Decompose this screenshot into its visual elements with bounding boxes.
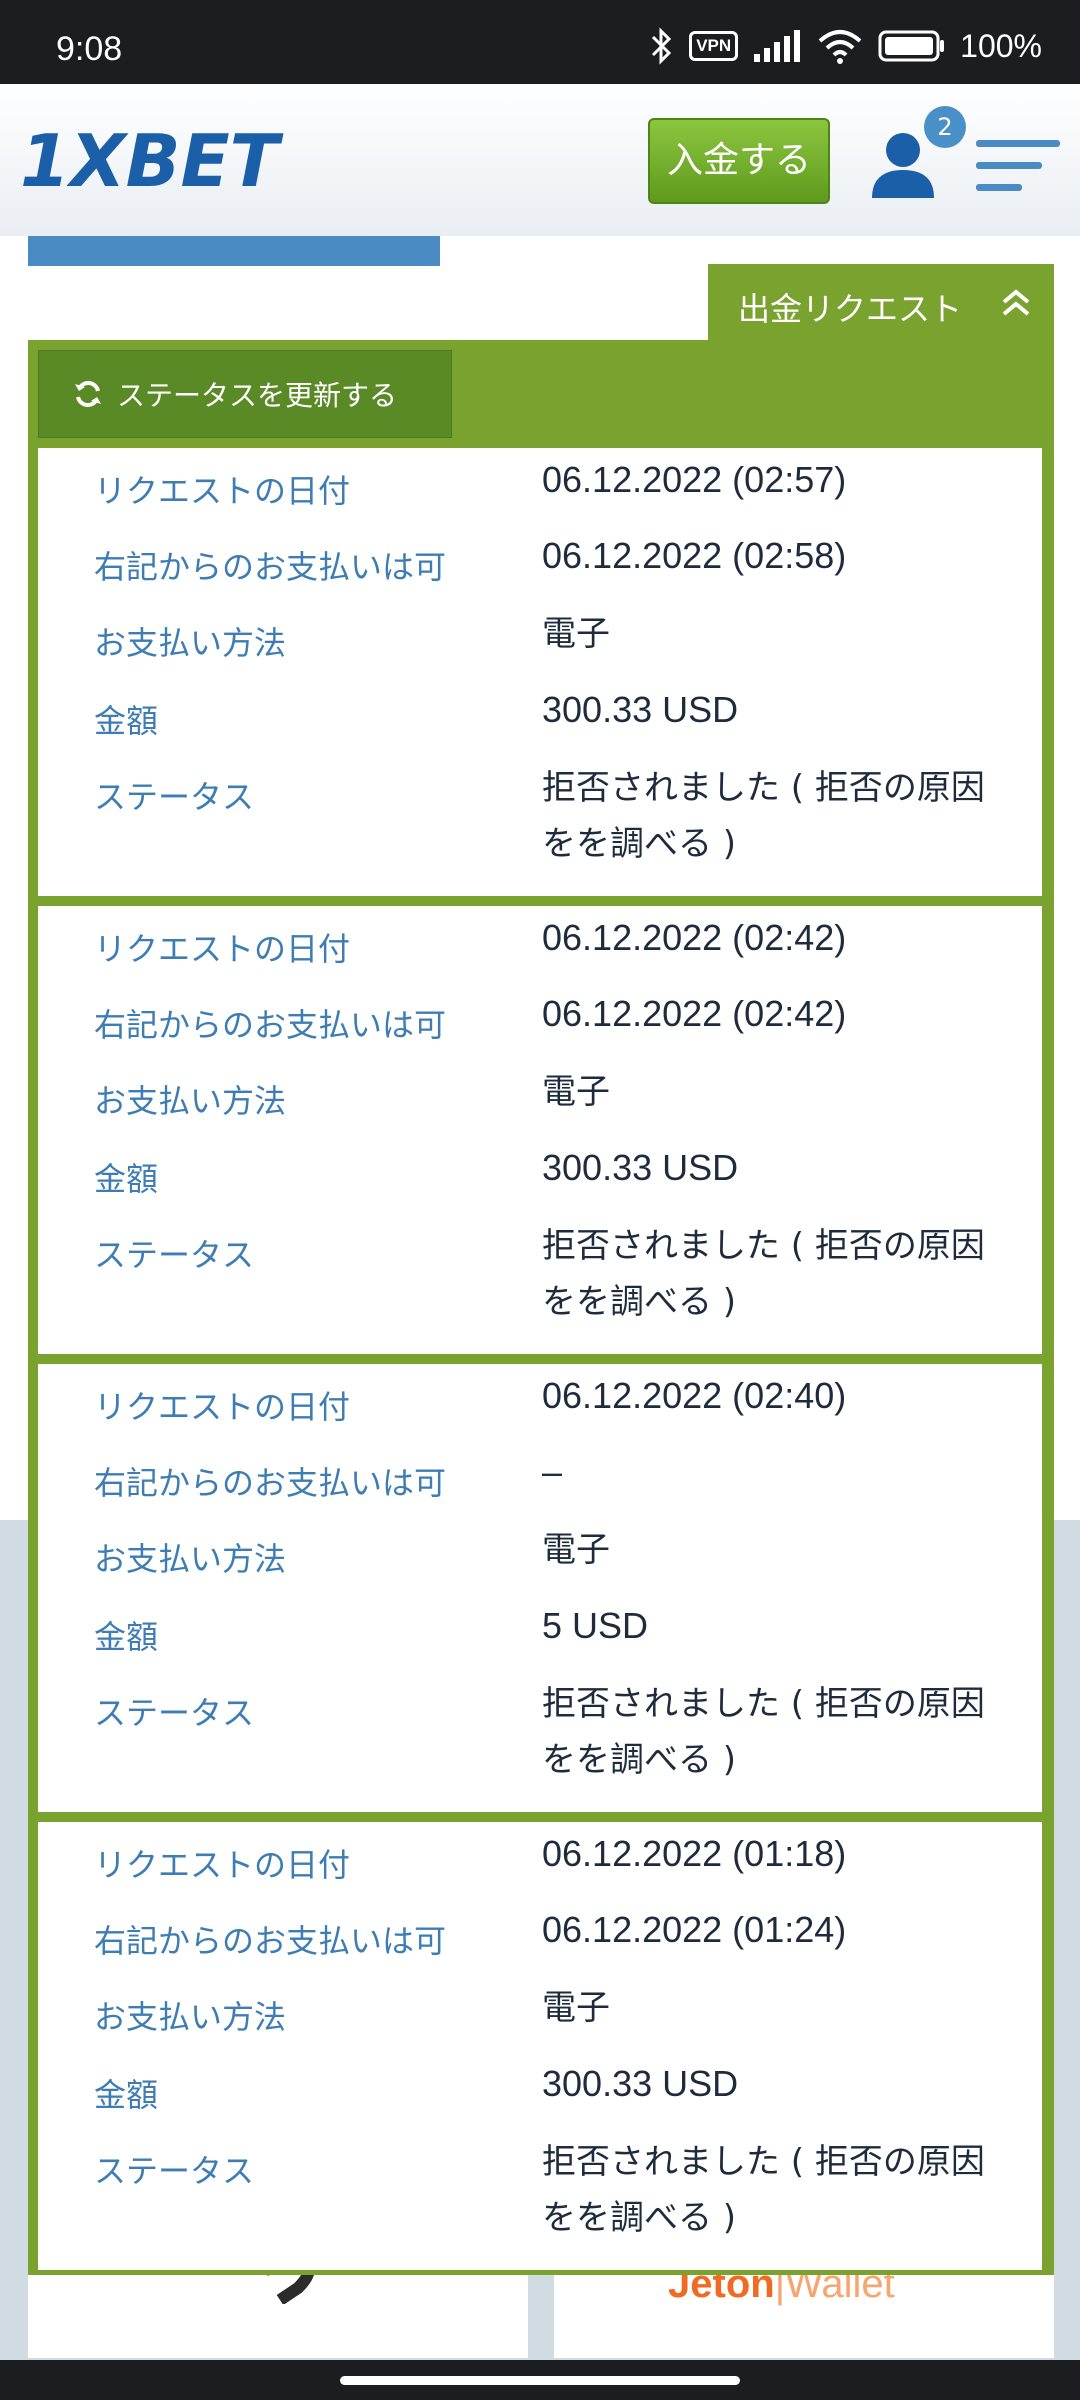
label-payable-from: 右記からのお支払いは可 bbox=[94, 1922, 447, 1960]
label-payment-method: お支払い方法 bbox=[94, 1998, 287, 2036]
status-time: 9:08 bbox=[56, 30, 123, 68]
label-request-date: リクエストの日付 bbox=[94, 472, 351, 510]
label-amount: 金額 bbox=[94, 702, 159, 740]
bluetooth-icon bbox=[652, 27, 672, 65]
label-amount: 金額 bbox=[94, 1160, 159, 1198]
value-request-date: 06.12.2022 (02:40) bbox=[542, 1375, 847, 1416]
request-card: リクエストの日付 06.12.2022 (01:18) 右記からのお支払いは可 … bbox=[38, 1822, 1042, 2270]
withdraw-tab-label: 出金リクエスト bbox=[738, 290, 963, 328]
value-amount: 300.33 USD bbox=[542, 689, 739, 730]
label-amount: 金額 bbox=[94, 2076, 159, 2114]
label-payment-method: お支払い方法 bbox=[94, 1540, 287, 1578]
vpn-icon: VPN bbox=[689, 31, 739, 61]
menu-icon[interactable] bbox=[976, 136, 1060, 196]
notification-badge: 2 bbox=[924, 106, 966, 148]
deposit-button[interactable]: 入金する bbox=[648, 118, 830, 204]
value-request-date: 06.12.2022 (02:57) bbox=[542, 459, 847, 500]
label-payable-from: 右記からのお支払いは可 bbox=[94, 548, 447, 586]
value-amount: 300.33 USD bbox=[542, 1147, 739, 1188]
battery-percent: 100% bbox=[960, 27, 1042, 64]
value-payment-method: 電子 bbox=[542, 1988, 610, 2028]
value-payment-method: 電子 bbox=[542, 1072, 610, 1112]
refresh-icon bbox=[75, 380, 101, 408]
label-request-date: リクエストの日付 bbox=[94, 1388, 351, 1426]
value-payable-from: 06.12.2022 (02:42) bbox=[542, 993, 847, 1034]
svg-text:1XBET: 1XBET bbox=[20, 122, 284, 194]
withdraw-requests-panel: ステータスを更新する リクエストの日付 06.12.2022 (02:57) 右… bbox=[28, 340, 1054, 2275]
partner-tab-cut bbox=[28, 236, 440, 266]
label-status: ステータス bbox=[94, 1694, 255, 1732]
label-request-date: リクエストの日付 bbox=[94, 1846, 351, 1884]
value-amount: 5 USD bbox=[542, 1605, 649, 1646]
wifi-icon bbox=[818, 30, 862, 64]
label-amount: 金額 bbox=[94, 1618, 159, 1656]
value-payable-from: 06.12.2022 (02:58) bbox=[542, 535, 847, 576]
value-status[interactable]: 拒否されました ( 拒否の原因をを調べる ) bbox=[542, 1676, 1002, 1788]
value-payable-from: – bbox=[542, 1451, 563, 1492]
system-nav-bar bbox=[0, 2360, 1080, 2400]
value-request-date: 06.12.2022 (01:18) bbox=[542, 1833, 847, 1874]
label-status: ステータス bbox=[94, 778, 255, 816]
chevron-up-icon bbox=[1002, 289, 1030, 316]
label-payment-method: お支払い方法 bbox=[94, 1082, 287, 1120]
value-amount: 300.33 USD bbox=[542, 2063, 739, 2104]
withdraw-requests-tab[interactable]: 出金リクエスト bbox=[708, 264, 1054, 344]
value-payable-from: 06.12.2022 (01:24) bbox=[542, 1909, 847, 1950]
home-indicator[interactable] bbox=[340, 2376, 740, 2385]
value-status[interactable]: 拒否されました ( 拒否の原因をを調べる ) bbox=[542, 2134, 1002, 2246]
value-payment-method: 電子 bbox=[542, 614, 610, 654]
value-status[interactable]: 拒否されました ( 拒否の原因をを調べる ) bbox=[542, 1218, 1002, 1330]
label-request-date: リクエストの日付 bbox=[94, 930, 351, 968]
label-payable-from: 右記からのお支払いは可 bbox=[94, 1464, 447, 1502]
label-payment-method: お支払い方法 bbox=[94, 624, 287, 662]
request-card: リクエストの日付 06.12.2022 (02:42) 右記からのお支払いは可 … bbox=[38, 906, 1042, 1354]
label-status: ステータス bbox=[94, 1236, 255, 1274]
signal-icon bbox=[754, 30, 801, 62]
app-header: 1XBET 入金する 2 bbox=[0, 84, 1080, 236]
value-payment-method: 電子 bbox=[542, 1530, 610, 1570]
battery-icon bbox=[878, 30, 945, 62]
label-payable-from: 右記からのお支払いは可 bbox=[94, 1006, 447, 1044]
brand-logo[interactable]: 1XBET bbox=[20, 122, 310, 194]
label-status: ステータス bbox=[94, 2152, 255, 2190]
request-card: リクエストの日付 06.12.2022 (02:57) 右記からのお支払いは可 … bbox=[38, 448, 1042, 896]
value-status[interactable]: 拒否されました ( 拒否の原因をを調べる ) bbox=[542, 760, 1002, 872]
refresh-status-label: ステータスを更新する bbox=[117, 379, 398, 412]
value-request-date: 06.12.2022 (02:42) bbox=[542, 917, 847, 958]
status-icons: VPN 100% bbox=[649, 26, 1042, 66]
request-card: リクエストの日付 06.12.2022 (02:40) 右記からのお支払いは可 … bbox=[38, 1364, 1042, 1812]
status-bar: 9:08 VPN 100% bbox=[0, 0, 1080, 84]
refresh-status-button[interactable]: ステータスを更新する bbox=[38, 350, 452, 438]
